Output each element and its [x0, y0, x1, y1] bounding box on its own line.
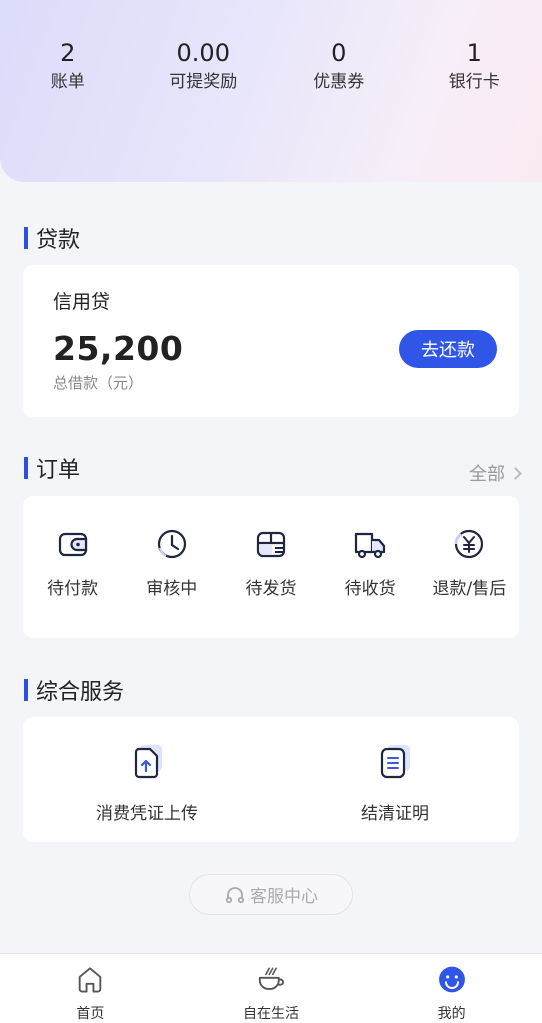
stat-label: 账单	[50, 72, 85, 92]
account-stats: 2 账单 0.00 可提奖励 0 优惠券 1 银行卡	[0, 38, 542, 94]
order-pending-receipt[interactable]: 待收货	[321, 496, 420, 638]
service-label: 消费凭证上传	[96, 804, 198, 824]
view-all-orders-link[interactable]: 全部	[469, 460, 522, 486]
service-label: 结清证明	[361, 804, 429, 824]
orders-section-title: 订单	[24, 452, 80, 484]
tab-label: 首页	[76, 1006, 105, 1022]
customer-service-button[interactable]: 客服中心	[189, 874, 353, 915]
clock-icon	[157, 529, 186, 559]
loan-section-title: 贷款	[24, 222, 80, 254]
wallet-icon	[58, 532, 87, 557]
service-settlement-certificate[interactable]: 结清证明	[271, 717, 519, 842]
view-all-label: 全部	[469, 464, 505, 485]
refund-icon	[454, 529, 484, 559]
loan-total-amount: 25,200	[53, 329, 184, 368]
customer-service-label: 客服中心	[250, 887, 318, 907]
stat-label: 可提奖励	[169, 72, 238, 92]
order-label: 待收货	[344, 579, 396, 599]
stat-value: 2	[60, 39, 76, 67]
home-icon	[79, 967, 102, 993]
order-label: 审核中	[146, 579, 198, 599]
upload-document-icon	[134, 745, 162, 779]
order-label: 待发货	[245, 579, 297, 599]
services-card: 消费凭证上传 结清证明	[23, 717, 519, 842]
loan-amount-label: 总借款（元）	[53, 374, 144, 392]
chevron-right-icon	[509, 466, 522, 480]
stat-bills[interactable]: 2 账单	[0, 38, 136, 94]
section-accent-bar	[24, 227, 28, 249]
stat-value: 1	[466, 39, 482, 67]
tab-label: 我的	[437, 1006, 466, 1022]
section-title-text: 订单	[36, 458, 81, 483]
stat-value: 0.00	[176, 39, 230, 67]
loan-product-name: 信用贷	[53, 291, 111, 313]
stat-coupons[interactable]: 0 优惠券	[271, 38, 407, 94]
services-section-title: 综合服务	[24, 674, 124, 706]
repay-button[interactable]: 去还款	[399, 330, 497, 368]
section-accent-bar	[24, 457, 28, 479]
section-accent-bar	[24, 679, 28, 701]
stat-label: 优惠券	[313, 72, 365, 92]
tab-label: 自在生活	[243, 1006, 299, 1022]
stat-bank-cards[interactable]: 1 银行卡	[407, 38, 542, 94]
order-label: 退款/售后	[432, 579, 507, 599]
orders-card: 待付款 审核中 待发货 待收货 退款/售后	[23, 496, 519, 638]
order-refund-after-sales[interactable]: 退款/售后	[420, 496, 519, 638]
stat-rewards[interactable]: 0.00 可提奖励	[136, 38, 272, 94]
headset-icon	[225, 886, 245, 903]
order-pending-payment[interactable]: 待付款	[23, 496, 122, 638]
coffee-cup-icon	[258, 967, 284, 990]
section-title-text: 贷款	[36, 228, 81, 253]
stat-value: 0	[331, 39, 347, 67]
section-title-text: 综合服务	[36, 680, 125, 705]
bottom-tab-bar: 首页 自在生活 我的	[0, 953, 542, 1023]
order-label: 待付款	[47, 579, 99, 599]
stat-label: 银行卡	[448, 72, 500, 92]
tab-home[interactable]: 首页	[0, 954, 181, 1023]
loan-card[interactable]: 信用贷 25,200 总借款（元） 去还款	[23, 265, 519, 417]
order-pending-shipment[interactable]: 待发货	[221, 496, 320, 638]
order-under-review[interactable]: 审核中	[122, 496, 221, 638]
package-icon	[256, 531, 286, 558]
smiley-icon	[438, 966, 465, 993]
tab-lifestyle[interactable]: 自在生活	[181, 954, 362, 1023]
tab-mine[interactable]: 我的	[361, 954, 542, 1023]
truck-icon	[355, 532, 386, 559]
certificate-document-icon	[380, 745, 410, 779]
service-upload-receipt[interactable]: 消费凭证上传	[23, 717, 271, 842]
